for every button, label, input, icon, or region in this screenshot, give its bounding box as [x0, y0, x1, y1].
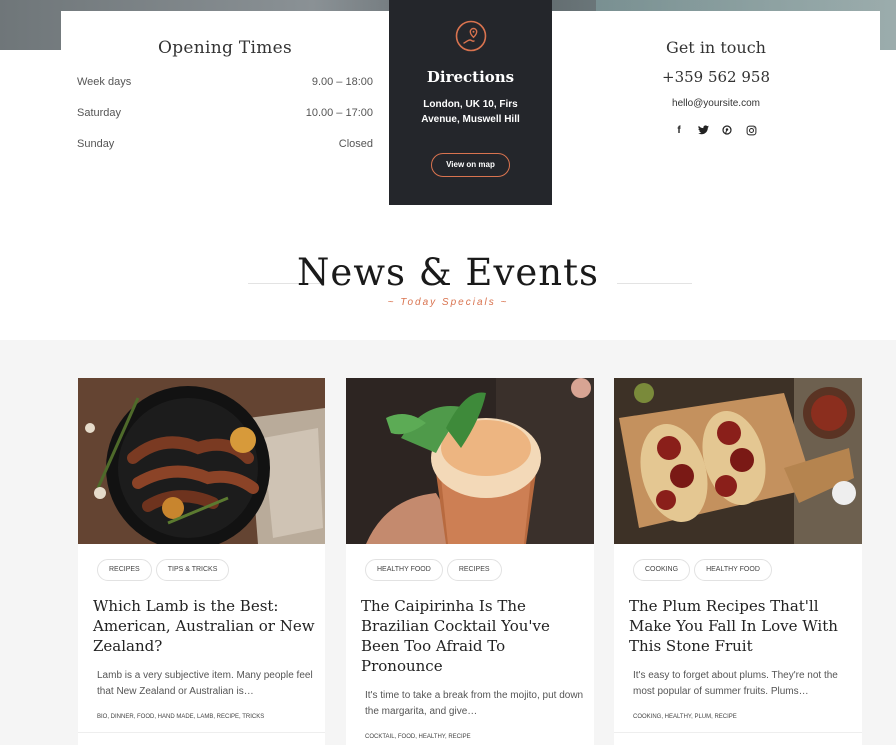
- post-tags: HEALTHY FOOD RECIPES: [365, 559, 502, 581]
- post-title[interactable]: The Caipirinha Is The Brazilian Cocktail…: [361, 596, 586, 676]
- instagram-icon[interactable]: [745, 124, 757, 136]
- post-title[interactable]: The Plum Recipes That'll Make You Fall I…: [629, 596, 854, 656]
- twitter-icon[interactable]: [697, 124, 709, 136]
- section-title: News & Events: [297, 251, 599, 294]
- social-links: f: [673, 124, 757, 136]
- card-divider: [78, 732, 325, 733]
- post-card[interactable]: HEALTHY FOOD RECIPES The Caipirinha Is T…: [346, 378, 594, 745]
- post-title[interactable]: Which Lamb is the Best: American, Austra…: [93, 596, 318, 656]
- post-tags: COOKING HEALTHY FOOD: [633, 559, 772, 581]
- post-image-plum[interactable]: [614, 378, 862, 544]
- card-divider: [614, 732, 862, 733]
- pinterest-icon[interactable]: [721, 124, 733, 136]
- tag-pill[interactable]: HEALTHY FOOD: [365, 559, 443, 581]
- hours-time: Closed: [338, 138, 373, 150]
- section-subtitle: ~ Today Specials ~: [387, 297, 509, 308]
- map-pin-icon: [455, 20, 487, 52]
- post-excerpt: It's easy to forget about plums. They're…: [633, 670, 838, 697]
- hours-day: Saturday: [77, 107, 122, 119]
- post-image-lamb[interactable]: [78, 378, 325, 544]
- contact-title: Get in touch: [666, 38, 766, 57]
- directions-title: Directions: [426, 68, 515, 86]
- post-card[interactable]: COOKING HEALTHY FOOD The Plum Recipes Th…: [614, 378, 862, 745]
- hours-day: Week days: [77, 76, 132, 88]
- post-meta-tags: COCKTAIL, FOOD, HEALTHY, RECIPE: [365, 734, 471, 740]
- hours-row: Sunday Closed: [77, 138, 373, 150]
- contact-email[interactable]: hello@yoursite.com: [552, 98, 880, 109]
- tag-pill[interactable]: RECIPES: [446, 559, 502, 581]
- post-excerpt: It's time to take a break from the mojit…: [365, 690, 584, 717]
- post-meta-tags: BIO, DINNER, FOOD, HAND MADE, LAMB, RECI…: [97, 714, 265, 720]
- post-card[interactable]: RECIPES TIPS & TRICKS Which Lamb is the …: [78, 378, 325, 745]
- contact-phone[interactable]: +359 562 958: [552, 68, 880, 86]
- directions-panel: Directions London, UK 10, Firs Avenue, M…: [389, 0, 552, 205]
- post-meta-tags: COOKING, HEALTHY, PLUM, RECIPE: [633, 714, 737, 720]
- posts-grid: RECIPES TIPS & TRICKS Which Lamb is the …: [78, 378, 862, 745]
- tag-pill[interactable]: TIPS & TRICKS: [155, 559, 230, 581]
- hours-row: Week days 9.00 – 18:00: [77, 76, 373, 88]
- directions-address: London, UK 10, Firs Avenue, Muswell Hill: [421, 99, 520, 125]
- tag-pill[interactable]: COOKING: [633, 559, 691, 581]
- hours-row: Saturday 10.00 – 17:00: [77, 107, 373, 119]
- hours-time: 9.00 – 18:00: [311, 76, 373, 88]
- view-on-map-button[interactable]: View on map: [431, 153, 510, 177]
- post-tags: RECIPES TIPS & TRICKS: [97, 559, 230, 581]
- post-excerpt: Lamb is a very subjective item. Many peo…: [97, 670, 313, 697]
- tag-pill[interactable]: HEALTHY FOOD: [694, 559, 772, 581]
- hours-day: Sunday: [77, 138, 115, 150]
- hours-time: 10.00 – 17:00: [305, 107, 373, 119]
- post-image-cocktail[interactable]: [346, 378, 594, 544]
- opening-times-title: Opening Times: [157, 38, 293, 58]
- facebook-icon[interactable]: f: [673, 124, 685, 136]
- tag-pill[interactable]: RECIPES: [97, 559, 152, 581]
